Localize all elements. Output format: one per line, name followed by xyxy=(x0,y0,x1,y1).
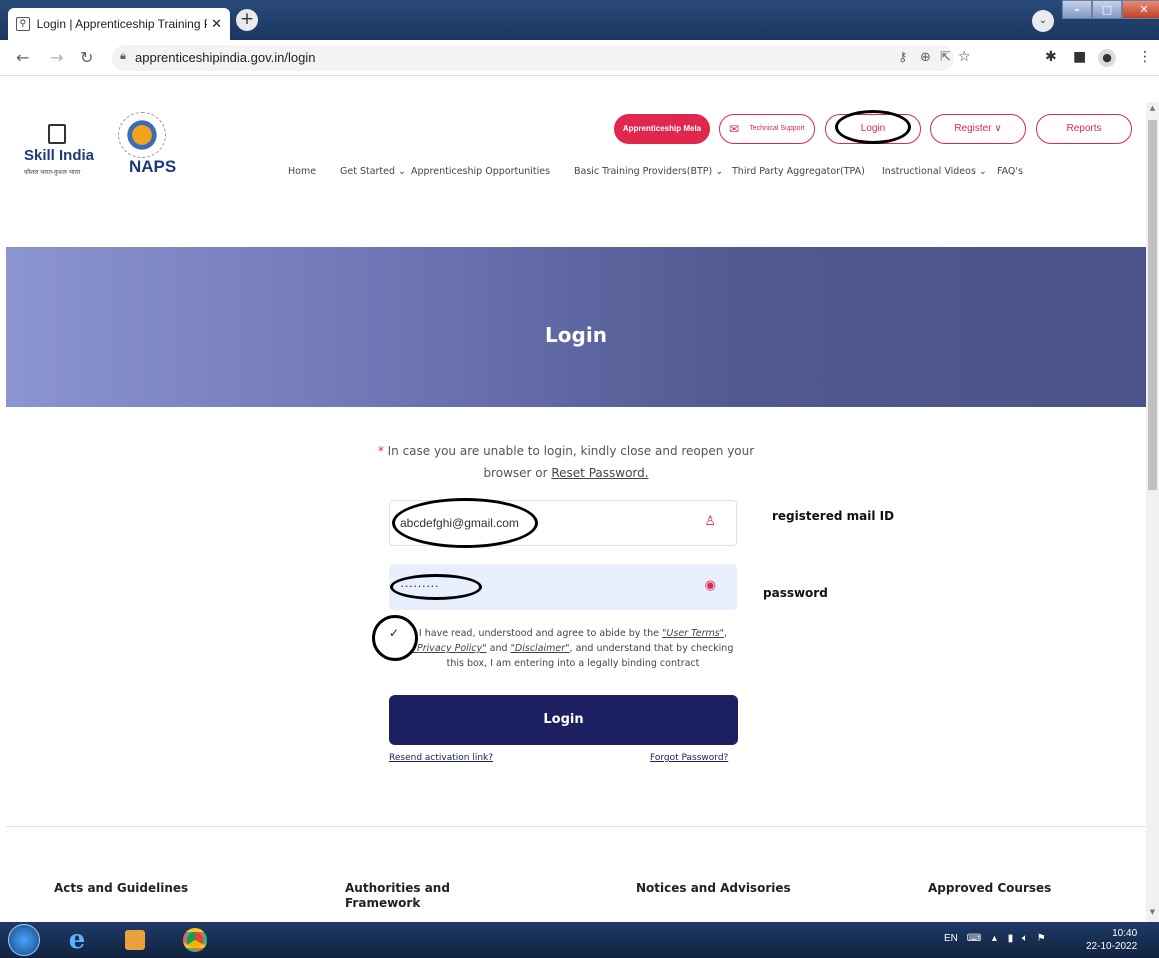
share-icon[interactable]: ⇱ xyxy=(940,50,951,65)
forward-arrow-icon[interactable]: → xyxy=(50,48,63,67)
nav-get-started[interactable]: Get Started ⌄ xyxy=(340,166,406,177)
footer-notices-advisories[interactable]: Notices and Advisories xyxy=(636,881,791,896)
resend-activation-link[interactable]: Resend activation link? xyxy=(389,753,493,763)
back-arrow-icon[interactable]: ← xyxy=(16,48,29,67)
skill-india-emblem-icon xyxy=(48,124,66,144)
naps-emblem-icon xyxy=(118,112,166,158)
register-nav-button[interactable]: Register ∨ xyxy=(930,114,1026,144)
internet-explorer-icon[interactable]: e xyxy=(62,925,92,955)
annotation-circle-email xyxy=(392,498,538,548)
clock-time: 10:40 xyxy=(1112,928,1138,939)
terms-prefix: I have read, understood and agree to abi… xyxy=(418,628,663,639)
url-text[interactable]: apprenticeshipindia.gov.in/login xyxy=(135,50,315,65)
start-button-icon[interactable] xyxy=(8,924,40,956)
login-submit-button[interactable]: Login xyxy=(389,695,738,745)
mail-icon: ✉ xyxy=(729,122,740,136)
clock-date: 22-10-2022 xyxy=(1086,941,1138,952)
footer-authorities-framework[interactable]: Authorities and Framework xyxy=(345,881,475,911)
minimize-icon[interactable]: – xyxy=(1062,0,1092,19)
close-window-icon[interactable]: ✕ xyxy=(1122,0,1159,19)
volume-muted-icon[interactable]: 🔈︎ xyxy=(1022,933,1028,944)
side-panel-icon[interactable]: ■ xyxy=(1073,49,1086,65)
window-controls: – □ ✕ xyxy=(1062,0,1159,19)
menu-kebab-icon[interactable]: ⋮ xyxy=(1138,49,1152,65)
key-icon[interactable]: ⚷ xyxy=(898,50,908,65)
profile-avatar-icon[interactable]: ● xyxy=(1098,49,1116,67)
browser-tab[interactable]: ⚲ Login | Apprenticeship Training P ✕ xyxy=(8,8,230,40)
nav-apprenticeship-opportunities[interactable]: Apprenticeship Opportunities xyxy=(411,166,550,177)
media-player-icon[interactable] xyxy=(120,926,150,954)
nav-faq[interactable]: FAQ's xyxy=(997,166,1023,177)
system-tray: EN ⌨ ▴ ▮ 🔈︎ ⚑ xyxy=(944,933,1046,944)
password-annotation: password xyxy=(763,586,828,600)
terms-text: I have read, understood and agree to abi… xyxy=(412,628,734,669)
footer-acts-guidelines[interactable]: Acts and Guidelines xyxy=(54,881,188,896)
new-tab-button[interactable]: + xyxy=(236,9,258,31)
bookmark-star-icon[interactable]: ☆ xyxy=(958,49,971,65)
user-terms-link[interactable]: "User Terms" xyxy=(662,628,724,639)
scroll-up-icon[interactable]: ▲ xyxy=(1146,104,1159,112)
footer-divider xyxy=(6,826,1146,827)
page-scrollbar[interactable]: ▲ ▼ xyxy=(1146,102,1159,922)
forgot-password-link[interactable]: Forgot Password? xyxy=(650,753,728,763)
zoom-icon[interactable]: ⊕ xyxy=(920,50,931,65)
nav-basic-training-providers[interactable]: Basic Training Providers(BTP) ⌄ xyxy=(574,166,723,177)
screenshot-root: ⚲ Login | Apprenticeship Training P ✕ + … xyxy=(0,0,1159,958)
naps-wordmark: NAPS xyxy=(129,157,177,176)
lock-icon[interactable]: 🔒︎ xyxy=(120,49,126,63)
windows-taskbar: e EN ⌨ ▴ ▮ 🔈︎ ⚑ 10:40 22-10-2022 xyxy=(0,922,1159,958)
user-icon: ♙ xyxy=(704,514,716,529)
technical-support-label: Technical Support xyxy=(749,125,805,132)
browser-toolbar: ← → ↻ 🔒︎ apprenticeshipindia.gov.in/logi… xyxy=(0,40,1159,76)
chrome-icon[interactable] xyxy=(180,926,210,954)
close-tab-icon[interactable]: ✕ xyxy=(211,17,222,32)
action-center-flag-icon[interactable]: ⚑ xyxy=(1037,933,1046,944)
footer-approved-courses[interactable]: Approved Courses xyxy=(928,881,1051,896)
address-bar[interactable]: 🔒︎ apprenticeshipindia.gov.in/login ⚷ ⊕ … xyxy=(112,45,954,71)
skill-india-wordmark: Skill India xyxy=(24,147,95,164)
tray-expand-icon[interactable]: ▴ xyxy=(992,933,997,944)
login-notice: * In case you are unable to login, kindl… xyxy=(376,440,756,484)
site-favicon-icon: ⚲ xyxy=(16,17,30,31)
nav-home[interactable]: Home xyxy=(288,166,316,177)
nav-instructional-videos[interactable]: Instructional Videos ⌄ xyxy=(882,166,987,177)
scroll-down-icon[interactable]: ▼ xyxy=(1146,908,1159,916)
web-page: Skill India कौशल भारत-कुशल भारत NAPS App… xyxy=(0,102,1146,922)
technical-support-button[interactable]: ✉ Technical Support xyxy=(719,114,815,144)
show-password-eye-icon[interactable]: ◉ xyxy=(705,578,716,593)
system-clock[interactable]: 10:40 22-10-2022 xyxy=(1086,927,1137,953)
reset-password-link[interactable]: Reset Password. xyxy=(551,466,648,480)
reload-icon[interactable]: ↻ xyxy=(80,48,93,67)
privacy-policy-link[interactable]: "Privacy Policy" xyxy=(413,643,487,654)
language-indicator[interactable]: EN xyxy=(944,933,958,944)
reports-nav-button[interactable]: Reports xyxy=(1036,114,1132,144)
extensions-icon[interactable]: ✱ xyxy=(1045,49,1057,65)
skill-india-tagline: कौशल भारत-कुशल भारत xyxy=(24,169,81,176)
nav-third-party-aggregator[interactable]: Third Party Aggregator(TPA) xyxy=(732,166,865,177)
network-icon[interactable]: ▮ xyxy=(1008,933,1014,944)
maximize-icon[interactable]: □ xyxy=(1092,0,1122,19)
hero-banner: Login xyxy=(6,247,1146,407)
annotation-circle-password xyxy=(390,574,482,600)
annotation-circle-checkbox xyxy=(372,615,418,661)
tab-title: Login | Apprenticeship Training P xyxy=(36,17,208,31)
apprenticeship-mela-button[interactable]: Apprenticeship Mela xyxy=(614,114,710,144)
scrollbar-thumb[interactable] xyxy=(1148,120,1157,490)
keyboard-icon[interactable]: ⌨ xyxy=(967,933,981,944)
terms-and: and xyxy=(486,643,511,654)
annotation-circle-login xyxy=(835,110,911,144)
page-title: Login xyxy=(545,323,607,347)
email-annotation: registered mail ID xyxy=(772,509,895,523)
disclaimer-link[interactable]: "Disclaimer" xyxy=(511,643,570,654)
tab-search-icon[interactable]: ⌄ xyxy=(1032,10,1054,32)
browser-titlebar: ⚲ Login | Apprenticeship Training P ✕ + … xyxy=(0,0,1159,40)
